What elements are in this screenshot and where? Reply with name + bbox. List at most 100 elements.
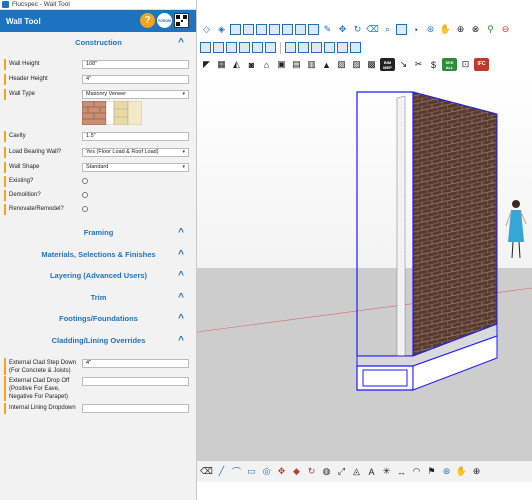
move-icon[interactable]: ✥: [336, 23, 349, 36]
rotate-tool-icon[interactable]: ↻: [305, 465, 318, 478]
roof-icon[interactable]: ▲: [320, 58, 333, 71]
wireframe-icon[interactable]: [298, 42, 309, 53]
top-view-icon[interactable]: [213, 42, 224, 53]
external-clad-step-down-input[interactable]: 4": [82, 359, 189, 368]
chevron-up-icon[interactable]: ^: [178, 332, 184, 350]
photo-icon[interactable]: ◙: [245, 58, 258, 71]
cut-icon[interactable]: ✂: [412, 58, 425, 71]
axes-icon[interactable]: ✳: [380, 465, 393, 478]
move-tool-icon[interactable]: ✥: [275, 465, 288, 478]
protractor-icon[interactable]: ◠: [410, 465, 423, 478]
scale-icon[interactable]: ⤢: [335, 465, 348, 478]
sandbox-icon[interactable]: ▦: [215, 58, 228, 71]
section-cladding[interactable]: Cladding/Lining Overrides ^: [0, 332, 197, 350]
eraser-icon[interactable]: ⌫: [200, 465, 213, 478]
layer-icon[interactable]: [269, 24, 280, 35]
cavity-input[interactable]: 1.5": [82, 132, 189, 141]
xray-icon[interactable]: [285, 42, 296, 53]
wall-type-select[interactable]: Masonry Veneer ▾: [82, 90, 189, 99]
offset-icon[interactable]: ◎: [260, 465, 273, 478]
paint-icon[interactable]: ⚑: [425, 465, 438, 478]
erase-icon[interactable]: ⌫: [366, 23, 379, 36]
section-materials[interactable]: Materials, Selections & Finishes ^: [0, 246, 197, 264]
dimension-icon[interactable]: ↔: [395, 465, 408, 478]
forum-button[interactable]: FORUM: [157, 13, 172, 28]
back-view-icon[interactable]: [252, 42, 263, 53]
frame-icon[interactable]: ▧: [335, 58, 348, 71]
chevron-up-icon[interactable]: ^: [178, 224, 184, 242]
hidden-line-icon[interactable]: [311, 42, 322, 53]
outliner-icon[interactable]: [282, 24, 293, 35]
chevron-up-icon[interactable]: ^: [178, 34, 184, 52]
warehouse-icon[interactable]: ⌂: [260, 58, 273, 71]
chevron-up-icon[interactable]: ^: [178, 289, 184, 307]
qr-code-icon[interactable]: [174, 13, 189, 28]
section-construction[interactable]: Construction ^: [0, 34, 197, 52]
existing-radio[interactable]: [82, 178, 88, 184]
zoom-tool-icon[interactable]: ⊕: [470, 465, 483, 478]
walk-icon[interactable]: ⚲: [484, 23, 497, 36]
tape-icon[interactable]: ◔: [409, 23, 422, 36]
measure-icon[interactable]: ↘: [397, 58, 410, 71]
model-viewport[interactable]: [197, 74, 532, 460]
external-clad-drop-off-input[interactable]: [82, 377, 189, 386]
scene-icon[interactable]: [295, 24, 306, 35]
style-icon[interactable]: [308, 24, 319, 35]
lock-icon[interactable]: ⊡: [459, 58, 472, 71]
magnify-icon[interactable]: ⌕: [381, 23, 394, 36]
bim-mep-badge[interactable]: BIM MEP: [380, 58, 395, 71]
section-layering[interactable]: Layering (Advanced Users) ^: [0, 267, 197, 285]
front-view-icon[interactable]: [226, 42, 237, 53]
wall-icon[interactable]: ▥: [305, 58, 318, 71]
position-camera-icon[interactable]: ⊖: [499, 23, 512, 36]
line-icon[interactable]: ╱: [215, 465, 228, 478]
followme-icon[interactable]: ◍: [320, 465, 333, 478]
header-height-input[interactable]: 4": [82, 75, 189, 84]
section-plane-icon[interactable]: ◤: [200, 58, 213, 71]
internal-lining-dropdown-input[interactable]: [82, 404, 189, 413]
section-trim[interactable]: Trim ^: [0, 289, 197, 307]
floor-icon[interactable]: ▨: [350, 58, 363, 71]
rectangle-icon[interactable]: ▭: [245, 465, 258, 478]
shaded-icon[interactable]: [324, 42, 335, 53]
see-all-badge[interactable]: SEE ALL: [442, 58, 457, 71]
select-icon[interactable]: ◈: [215, 23, 228, 36]
cube-icon[interactable]: [230, 24, 241, 35]
iso-view-icon[interactable]: [200, 42, 211, 53]
view-icon[interactable]: [396, 24, 407, 35]
zoom-icon[interactable]: ⊕: [454, 23, 467, 36]
pencil-icon[interactable]: ✎: [321, 23, 334, 36]
component-icon[interactable]: [243, 24, 254, 35]
hand-icon[interactable]: ✋: [439, 23, 452, 36]
pan-tool-icon[interactable]: ✋: [455, 465, 468, 478]
layout-icon[interactable]: ▤: [290, 58, 303, 71]
left-view-icon[interactable]: [265, 42, 276, 53]
push-pull-icon[interactable]: ◇: [200, 23, 213, 36]
text-icon[interactable]: A: [365, 465, 378, 478]
chevron-up-icon[interactable]: ^: [178, 246, 184, 264]
renovate-radio[interactable]: [82, 206, 88, 212]
rotate-icon[interactable]: ↻: [351, 23, 364, 36]
stair-icon[interactable]: ▩: [365, 58, 378, 71]
chevron-up-icon[interactable]: ^: [178, 310, 184, 328]
chevron-up-icon[interactable]: ^: [178, 267, 184, 285]
arc-icon[interactable]: ⌒: [230, 465, 243, 478]
help-button[interactable]: ?: [140, 13, 155, 28]
terrain-icon[interactable]: ◭: [230, 58, 243, 71]
zoom-extents-icon[interactable]: ⊗: [469, 23, 482, 36]
orbit-tool-icon[interactable]: ⊛: [440, 465, 453, 478]
extension-icon[interactable]: ▣: [275, 58, 288, 71]
estimate-icon[interactable]: $: [427, 58, 440, 71]
load-bearing-select[interactable]: Yes (Floor Load & Roof Load) ▾: [82, 148, 189, 157]
3d-wall-model[interactable]: [197, 74, 532, 460]
orbit-icon[interactable]: ⊛: [424, 23, 437, 36]
ifc-badge[interactable]: IFC: [474, 58, 489, 71]
section-framing[interactable]: Framing ^: [0, 224, 197, 242]
wall-shape-select[interactable]: Standard ▾: [82, 163, 189, 172]
section-footings[interactable]: Footings/Foundations ^: [0, 310, 197, 328]
demolition-radio[interactable]: [82, 192, 88, 198]
textured-icon[interactable]: [337, 42, 348, 53]
tape-measure-icon[interactable]: ◬: [350, 465, 363, 478]
right-view-icon[interactable]: [239, 42, 250, 53]
wall-height-input[interactable]: 108": [82, 60, 189, 69]
